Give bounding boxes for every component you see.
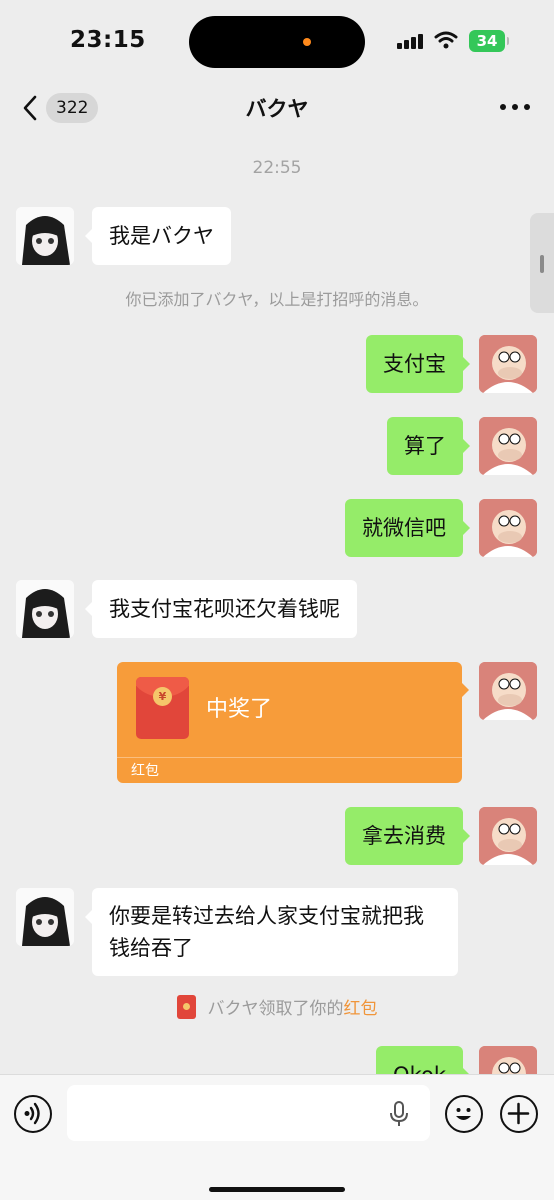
plus-icon[interactable] [500,1095,538,1133]
contact-avatar[interactable] [16,207,74,265]
system-notice: 你已添加了バクヤ，以上是打招呼的消息。 [125,290,429,309]
input-bar [0,1074,554,1200]
red-packet-divider [117,757,462,758]
outgoing-message[interactable]: Okok [376,1046,470,1074]
my-avatar[interactable] [479,335,537,393]
outgoing-message[interactable]: 拿去消费 [345,807,470,865]
emoji-icon[interactable] [445,1095,483,1133]
home-indicator [209,1187,345,1192]
my-avatar[interactable] [479,417,537,475]
message-list[interactable]: 22:55 我是バクヤ 你已添加了バクヤ，以上是打招呼的消息。 支付宝 算了 就… [0,140,554,1074]
red-packet-label: 红包 [131,763,159,779]
my-avatar[interactable] [479,807,537,865]
my-avatar[interactable] [479,499,537,557]
chat-title: バクヤ [245,97,309,121]
cellular-signal-icon [397,33,423,49]
system-notice-text: バクヤ领取了你的 [207,999,344,1019]
voice-icon[interactable] [14,1095,52,1133]
red-envelope-icon [176,995,196,1019]
incoming-message[interactable]: 我是バクヤ [85,207,231,265]
dynamic-island [189,16,365,68]
incoming-message[interactable]: 我支付宝花呗还欠着钱呢 [85,580,357,638]
outgoing-message[interactable]: 就微信吧 [345,499,470,557]
scroll-handle[interactable] [530,213,554,313]
red-packet-message[interactable]: ¥ 中奖了 红包 [117,662,469,783]
chat-header: 322 バクヤ [0,80,554,136]
battery-indicator: 34 [469,30,509,52]
mic-icon[interactable] [388,1101,410,1127]
status-bar: 23:15 34 [0,0,554,80]
recording-dot [303,38,311,46]
my-avatar[interactable] [479,662,537,720]
red-packet-title: 中奖了 [206,697,273,722]
red-envelope-icon: ¥ [136,677,189,739]
incoming-message[interactable]: 你要是转过去给人家支付宝就把我钱给吞了 [85,888,458,976]
my-avatar[interactable] [479,1046,537,1074]
system-notice-red-packet: バクヤ领取了你的红包 [0,994,554,1019]
outgoing-message[interactable]: 支付宝 [366,335,470,393]
message-input[interactable] [67,1085,430,1141]
more-dots-icon[interactable] [500,104,530,112]
contact-avatar[interactable] [16,888,74,946]
status-time: 23:15 [70,27,146,53]
wifi-icon [434,31,458,49]
red-packet-link[interactable]: 红包 [344,999,378,1019]
message-timestamp: 22:55 [252,158,302,178]
outgoing-message[interactable]: 算了 [387,417,470,475]
contact-avatar[interactable] [16,580,74,638]
